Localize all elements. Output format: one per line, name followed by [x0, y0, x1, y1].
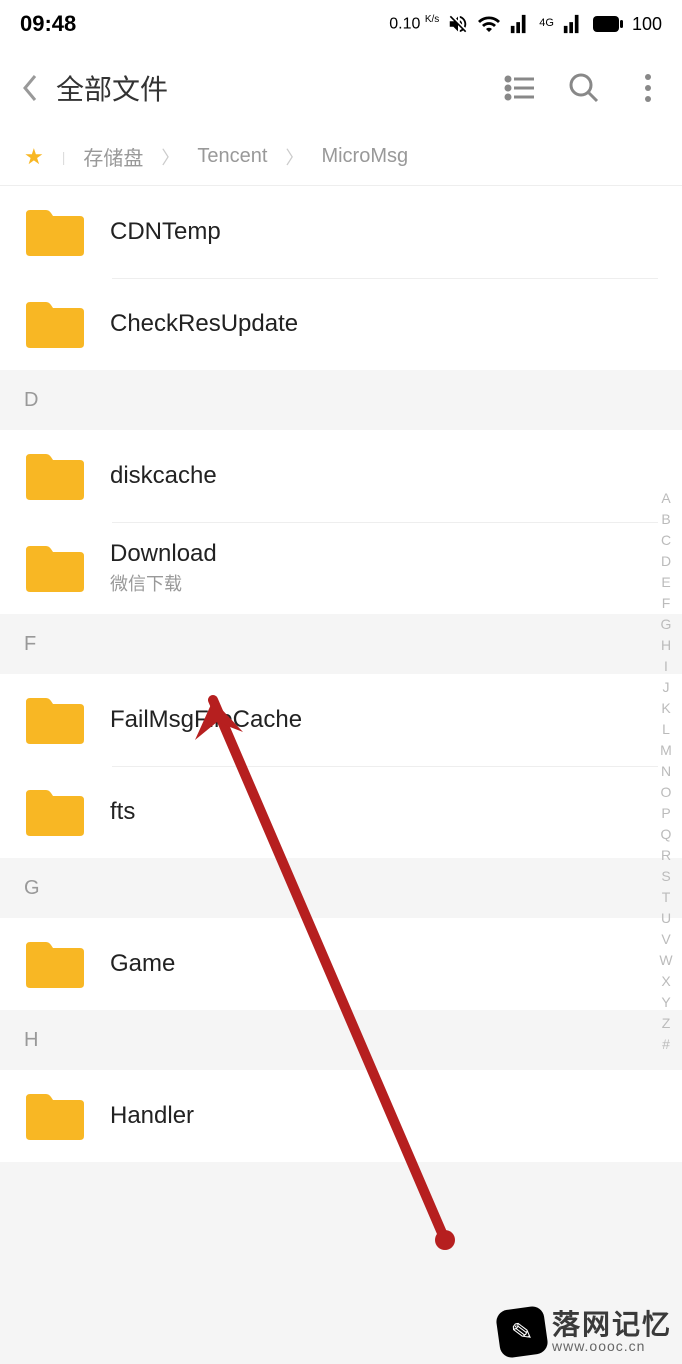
breadcrumb-item[interactable]: MicroMsg [321, 145, 408, 168]
folder-row[interactable]: FailMsgFileCache [0, 674, 682, 766]
az-letter[interactable]: Q [656, 826, 676, 847]
signal-icon [509, 13, 531, 35]
folder-name: Download [110, 540, 217, 568]
breadcrumb-sep: | [62, 149, 66, 165]
az-letter[interactable]: F [656, 595, 676, 616]
az-letter[interactable]: Z [656, 1015, 676, 1036]
folder-icon [24, 694, 86, 746]
section-header: G [0, 858, 682, 918]
folder-icon [24, 786, 86, 838]
signal-4g: 4G [539, 17, 554, 29]
folder-name: Handler [110, 1102, 194, 1130]
az-letter[interactable]: P [656, 805, 676, 826]
az-letter[interactable]: Y [656, 994, 676, 1015]
watermark-sub: www.oooc.cn [552, 1339, 672, 1353]
folder-icon [24, 450, 86, 502]
breadcrumb: ★ | 存储盘 〉 Tencent 〉 MicroMsg [0, 128, 682, 186]
section-header: D [0, 370, 682, 430]
folder-icon [24, 206, 86, 258]
status-bar: 09:48 0.10 K/s 4G 100 [0, 0, 682, 48]
az-letter[interactable]: B [656, 511, 676, 532]
battery-icon [592, 15, 624, 33]
az-letter[interactable]: G [656, 616, 676, 637]
az-letter[interactable]: J [656, 679, 676, 700]
folder-subtitle: 微信下载 [110, 570, 217, 596]
az-letter[interactable]: W [656, 952, 676, 973]
watermark-icon: ✎ [495, 1305, 549, 1359]
az-letter[interactable]: # [656, 1036, 676, 1057]
chevron-right-icon: 〉 [161, 144, 179, 170]
folder-icon [24, 542, 86, 594]
az-letter[interactable]: S [656, 868, 676, 889]
folder-name: Game [110, 950, 175, 978]
folder-row[interactable]: Game [0, 918, 682, 1010]
section-header: H [0, 1010, 682, 1070]
folder-name: FailMsgFileCache [110, 706, 302, 734]
folder-row[interactable]: Download微信下载 [0, 522, 682, 614]
more-icon[interactable] [630, 70, 666, 106]
az-letter[interactable]: C [656, 532, 676, 553]
az-letter[interactable]: L [656, 721, 676, 742]
az-letter[interactable]: U [656, 910, 676, 931]
az-letter[interactable]: X [656, 973, 676, 994]
folder-row[interactable]: diskcache [0, 430, 682, 522]
app-header: 全部文件 [0, 48, 682, 128]
az-letter[interactable]: O [656, 784, 676, 805]
az-letter[interactable]: M [656, 742, 676, 763]
az-letter[interactable]: T [656, 889, 676, 910]
folder-name: CheckResUpdate [110, 310, 298, 338]
az-letter[interactable]: H [656, 637, 676, 658]
search-icon[interactable] [566, 70, 602, 106]
breadcrumb-item[interactable]: 存储盘 [83, 142, 143, 171]
az-letter[interactable]: D [656, 553, 676, 574]
az-index[interactable]: ABCDEFGHIJKLMNOPQRSTUVWXYZ# [656, 490, 676, 1057]
breadcrumb-item[interactable]: Tencent [197, 145, 267, 168]
folder-name: diskcache [110, 462, 217, 490]
watermark: ✎ 落网记忆 www.oooc.cn [498, 1308, 672, 1356]
az-letter[interactable]: K [656, 700, 676, 721]
signal-icon-2 [562, 13, 584, 35]
star-icon[interactable]: ★ [24, 144, 44, 170]
folder-icon [24, 1090, 86, 1142]
az-letter[interactable]: R [656, 847, 676, 868]
battery-level: 100 [632, 14, 662, 35]
folder-name: fts [110, 798, 135, 826]
list-view-icon[interactable] [502, 70, 538, 106]
chevron-right-icon: 〉 [285, 144, 303, 170]
az-letter[interactable]: V [656, 931, 676, 952]
folder-icon [24, 938, 86, 990]
az-letter[interactable]: I [656, 658, 676, 679]
folder-name: CDNTemp [110, 218, 221, 246]
watermark-main: 落网记忆 [552, 1311, 672, 1339]
folder-row[interactable]: CDNTemp [0, 186, 682, 278]
section-header: F [0, 614, 682, 674]
folder-row[interactable]: CheckResUpdate [0, 278, 682, 370]
wifi-icon [477, 12, 501, 36]
mute-icon [447, 13, 469, 35]
folder-icon [24, 298, 86, 350]
status-time: 09:48 [20, 11, 76, 37]
status-icons: 0.10 K/s 4G 100 [389, 12, 662, 36]
page-title: 全部文件 [56, 68, 490, 108]
folder-row[interactable]: fts [0, 766, 682, 858]
az-letter[interactable]: E [656, 574, 676, 595]
az-letter[interactable]: A [656, 490, 676, 511]
back-button[interactable] [16, 68, 44, 108]
folder-row[interactable]: Handler [0, 1070, 682, 1162]
az-letter[interactable]: N [656, 763, 676, 784]
